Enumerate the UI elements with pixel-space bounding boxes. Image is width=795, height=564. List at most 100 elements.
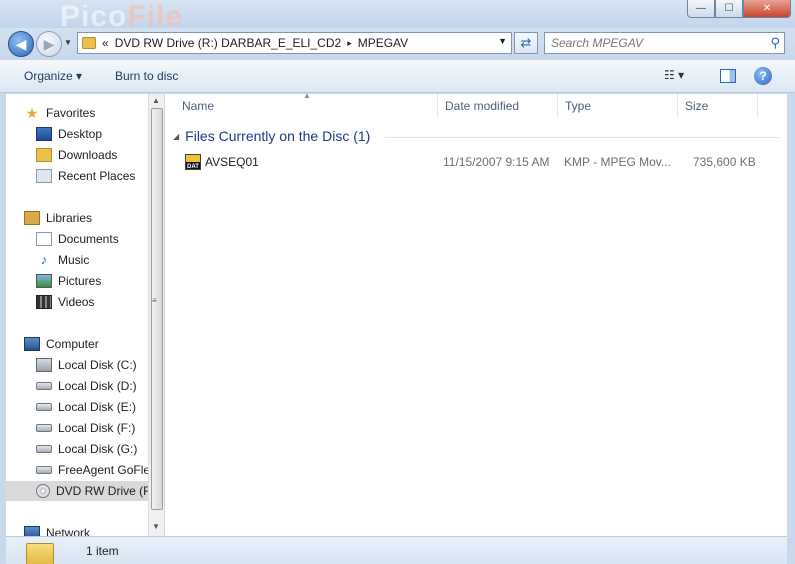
breadcrumb-folder[interactable]: MPEGAV	[358, 36, 408, 50]
refresh-button[interactable]: ⇄	[514, 32, 538, 54]
column-header-name[interactable]: Name	[175, 94, 438, 118]
nav-label: Local Disk (F:)	[58, 421, 136, 435]
nav-item-recent-places[interactable]: Recent Places	[36, 166, 164, 186]
nav-item-local-disk-e[interactable]: Local Disk (E:)	[36, 397, 164, 417]
close-button[interactable]: ✕	[743, 0, 791, 18]
nav-label: Computer	[46, 337, 99, 351]
command-bar: Organize ▾ Burn to disc ☷ ▾ ?	[0, 60, 795, 93]
nav-item-videos[interactable]: Videos	[36, 292, 164, 312]
group-header[interactable]: ◢ Files Currently on the Disc (1)	[173, 128, 370, 144]
breadcrumb-drive[interactable]: DVD RW Drive (R:) DARBAR_E_ELI_CD2	[115, 36, 342, 50]
breadcrumb-separator-icon[interactable]: ▸	[347, 38, 352, 49]
pictures-icon	[36, 274, 52, 288]
burn-to-disc-button[interactable]: Burn to disc	[115, 69, 178, 83]
nav-favorites[interactable]: ★ Favorites	[24, 103, 164, 123]
column-header-type[interactable]: Type	[558, 94, 678, 118]
nav-item-freeagent[interactable]: FreeAgent GoFlex	[36, 460, 164, 480]
network-icon	[24, 526, 40, 536]
videos-icon	[36, 295, 52, 309]
nav-item-local-disk-f[interactable]: Local Disk (F:)	[36, 418, 164, 438]
nav-label: Videos	[58, 295, 95, 309]
nav-label: FreeAgent GoFlex	[58, 463, 157, 477]
preview-pane-icon[interactable]	[720, 69, 736, 83]
nav-label: Documents	[58, 232, 119, 246]
file-name[interactable]: AVSEQ01	[205, 155, 259, 169]
search-placeholder: Search MPEGAV	[551, 36, 644, 50]
recent-pages-dropdown[interactable]: ▼	[64, 38, 72, 47]
nav-label: Network	[46, 526, 91, 536]
navigation-pane: ★ Favorites Desktop Downloads Recent Pla…	[6, 94, 164, 536]
window-controls: — ☐ ✕	[687, 0, 791, 18]
change-view-button[interactable]: ☷ ▾	[664, 68, 684, 82]
favorites-star-icon: ★	[25, 105, 39, 121]
nav-label: Downloads	[58, 148, 118, 162]
nav-label: Pictures	[58, 274, 102, 288]
nav-label: DVD RW Drive (R	[56, 484, 152, 498]
address-row: ◀ ▶ ▼ « DVD RW Drive (R:) DARBAR_E_ELI_C…	[0, 28, 795, 60]
address-dropdown-icon[interactable]: ▼	[498, 36, 507, 46]
forward-button[interactable]: ▶	[36, 31, 62, 57]
group-divider	[385, 137, 780, 138]
collapse-group-icon[interactable]: ◢	[173, 132, 179, 141]
nav-label: Local Disk (D:)	[58, 379, 137, 393]
file-list-pane: ▲ Name Date modified Type Size ◢ Files C…	[165, 91, 787, 536]
nav-label: Local Disk (E:)	[58, 400, 137, 414]
nav-libraries[interactable]: Libraries	[24, 208, 164, 228]
navigation-scrollbar[interactable]: ▲ ≡ ▼	[148, 94, 164, 536]
nav-item-local-disk-d[interactable]: Local Disk (D:)	[36, 376, 164, 396]
column-header-size[interactable]: Size	[678, 94, 758, 118]
nav-item-documents[interactable]: Documents	[36, 229, 164, 249]
computer-icon	[24, 337, 40, 351]
nav-item-desktop[interactable]: Desktop	[36, 124, 164, 144]
nav-item-dvd-rw-drive[interactable]: DVD RW Drive (R	[6, 481, 156, 501]
recent-places-icon	[36, 169, 52, 183]
downloads-icon	[36, 148, 52, 162]
organize-button[interactable]: Organize ▾	[24, 69, 82, 83]
details-pane: 1 item	[6, 536, 787, 564]
nav-label: Recent Places	[58, 169, 136, 183]
scroll-up-icon[interactable]: ▲	[152, 96, 160, 105]
column-header-date-modified[interactable]: Date modified	[438, 94, 558, 118]
folder-icon	[26, 543, 54, 564]
search-icon[interactable]: ⚲	[770, 35, 780, 51]
nav-label: Music	[58, 253, 90, 267]
nav-item-music[interactable]: ♪ Music	[36, 250, 164, 270]
nav-item-pictures[interactable]: Pictures	[36, 271, 164, 291]
address-bar[interactable]: « DVD RW Drive (R:) DARBAR_E_ELI_CD2 ▸ M…	[77, 32, 512, 54]
group-label: Files Currently on the Disc (1)	[185, 128, 371, 144]
documents-icon	[36, 232, 52, 246]
hard-disk-icon	[36, 445, 52, 453]
folder-icon	[82, 37, 96, 49]
nav-label: Local Disk (C:)	[58, 358, 137, 372]
hard-disk-icon	[36, 424, 52, 432]
maximize-button[interactable]: ☐	[715, 0, 743, 18]
dat-file-icon: DAT	[185, 154, 201, 170]
nav-item-downloads[interactable]: Downloads	[36, 145, 164, 165]
scroll-down-icon[interactable]: ▼	[152, 522, 160, 531]
hard-disk-icon	[36, 403, 52, 411]
nav-computer[interactable]: Computer	[24, 334, 164, 354]
help-button[interactable]: ?	[754, 67, 772, 85]
scrollbar-thumb[interactable]	[151, 108, 163, 510]
back-button[interactable]: ◀	[8, 31, 34, 57]
libraries-icon	[24, 211, 40, 225]
dvd-drive-icon	[36, 484, 50, 498]
hard-disk-icon	[36, 382, 52, 390]
nav-item-local-disk-c[interactable]: Local Disk (C:)	[36, 355, 164, 375]
file-date-modified: 11/15/2007 9:15 AM	[443, 155, 550, 169]
breadcrumb-overflow[interactable]: «	[102, 36, 109, 50]
search-input[interactable]: Search MPEGAV ⚲	[544, 32, 785, 54]
nav-label: Libraries	[46, 211, 93, 225]
scrollbar-grip-icon: ≡	[152, 296, 157, 305]
external-disk-icon	[36, 466, 52, 474]
desktop-icon	[36, 127, 52, 141]
file-size: 735,600 KB	[693, 155, 756, 169]
window-right-border	[787, 94, 795, 536]
item-count: 1 item	[86, 544, 119, 558]
file-row[interactable]: DAT AVSEQ01 11/15/2007 9:15 AM KMP - MPE…	[165, 152, 787, 172]
nav-network[interactable]: Network	[24, 523, 164, 536]
minimize-button[interactable]: —	[687, 0, 715, 18]
nav-item-local-disk-g[interactable]: Local Disk (G:)	[36, 439, 164, 459]
nav-label: Favorites	[46, 106, 96, 120]
nav-label: Desktop	[58, 127, 103, 141]
